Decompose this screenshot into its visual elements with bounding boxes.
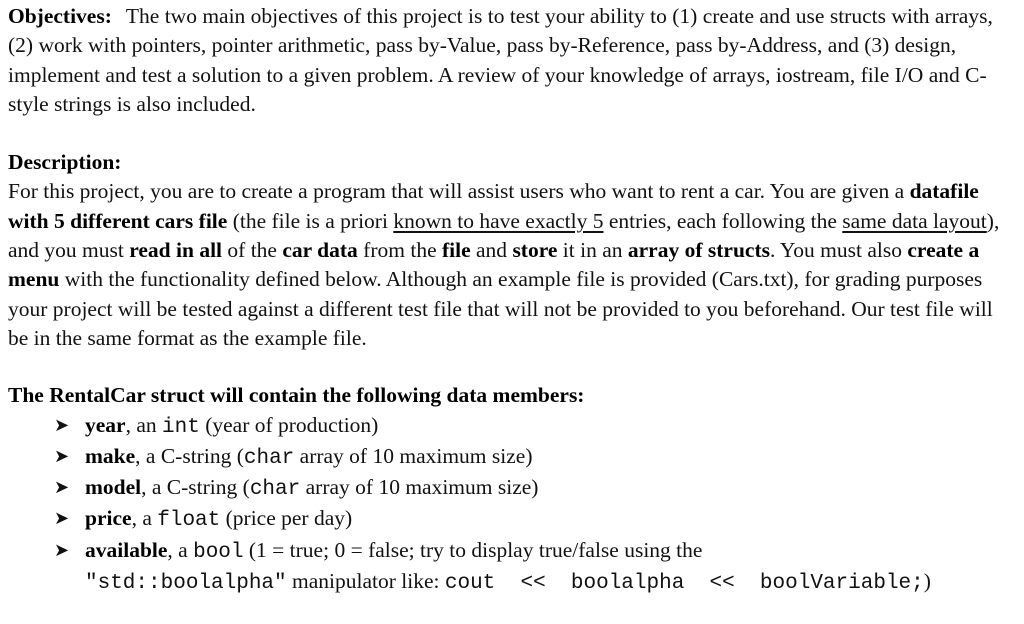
emphasis-text: store xyxy=(512,238,558,263)
underlined-text: same data layout xyxy=(842,208,987,233)
body-text: For this project, you are to create a pr… xyxy=(8,179,910,204)
code-example: cout << boolalpha << boolVariable; xyxy=(444,572,924,596)
member-desc: , a C-string ( xyxy=(135,443,244,468)
arrowhead-bullet-icon: ➤ xyxy=(54,414,70,436)
underlined-text: known to have exactly 5 xyxy=(393,208,604,233)
description-paragraph: For this project, you are to create a pr… xyxy=(8,177,1018,353)
body-text: with the functionality defined below. Al… xyxy=(8,267,993,350)
code-boolalpha: "std::boolalpha" xyxy=(85,572,287,596)
member-type: bool xyxy=(193,540,244,564)
member-type: int xyxy=(162,415,200,439)
member-desc: , an xyxy=(125,412,163,437)
arrowhead-bullet-icon: ➤ xyxy=(54,539,70,561)
body-text: . You must also xyxy=(769,238,908,263)
list-item: ➤ available, a bool (1 = true; 0 = false;… xyxy=(54,536,1018,599)
member-desc: , a xyxy=(167,537,194,562)
member-desc: array of 10 maximum size) xyxy=(300,475,539,500)
document-page: Objectives: The two main objectives of th… xyxy=(0,0,1018,598)
member-type: float xyxy=(157,509,221,533)
struct-members-list: ➤ year, an int (year of production) ➤ make… xyxy=(8,411,1018,599)
emphasis-text: array of structs xyxy=(627,238,770,263)
list-item: ➤ price, a float (price per day) xyxy=(54,504,1018,535)
body-text: entries, each following the xyxy=(603,208,843,233)
member-name: model xyxy=(85,475,142,500)
member-desc: , a xyxy=(131,506,158,531)
member-desc: , a C-string ( xyxy=(141,475,250,500)
body-text: it in an xyxy=(557,238,628,263)
member-desc: (year of production) xyxy=(199,412,379,437)
member-name: make xyxy=(85,443,136,468)
list-item: ➤ model, a C-string (char array of 10 max… xyxy=(54,473,1018,504)
body-text: from the xyxy=(357,238,442,263)
member-name: available xyxy=(85,537,168,562)
list-item: ➤ year, an int (year of production) xyxy=(54,411,1018,442)
member-name: year xyxy=(85,412,126,437)
body-text: (the file is a priori xyxy=(227,208,394,233)
emphasis-text: car data xyxy=(282,238,358,263)
arrowhead-bullet-icon: ➤ xyxy=(54,508,70,530)
member-desc: (1 = true; 0 = false; try to display tru… xyxy=(243,537,703,562)
member-type: char xyxy=(249,478,301,502)
body-text: and xyxy=(470,238,513,263)
description-heading: Description: xyxy=(8,150,122,175)
member-desc: (price per day) xyxy=(220,506,353,531)
arrowhead-bullet-icon: ➤ xyxy=(54,477,70,499)
member-name: price xyxy=(85,506,132,531)
member-type: char xyxy=(243,446,295,470)
struct-heading: The RentalCar struct will contain the fo… xyxy=(8,383,585,408)
objectives-label: Objectives: xyxy=(8,4,112,28)
objectives-paragraph: Objectives: The two main objectives of th… xyxy=(8,2,1018,119)
emphasis-text: read in all xyxy=(129,238,223,263)
emphasis-text: file xyxy=(441,238,471,263)
member-desc: ) xyxy=(923,569,931,594)
arrowhead-bullet-icon: ➤ xyxy=(54,445,70,467)
member-desc: array of 10 maximum size) xyxy=(294,443,533,468)
objectives-text: The two main objectives of this project … xyxy=(8,4,993,116)
list-item: ➤ make, a C-string (char array of 10 maxi… xyxy=(54,442,1018,473)
member-desc: manipulator like: xyxy=(286,569,445,594)
body-text: of the xyxy=(222,238,283,263)
